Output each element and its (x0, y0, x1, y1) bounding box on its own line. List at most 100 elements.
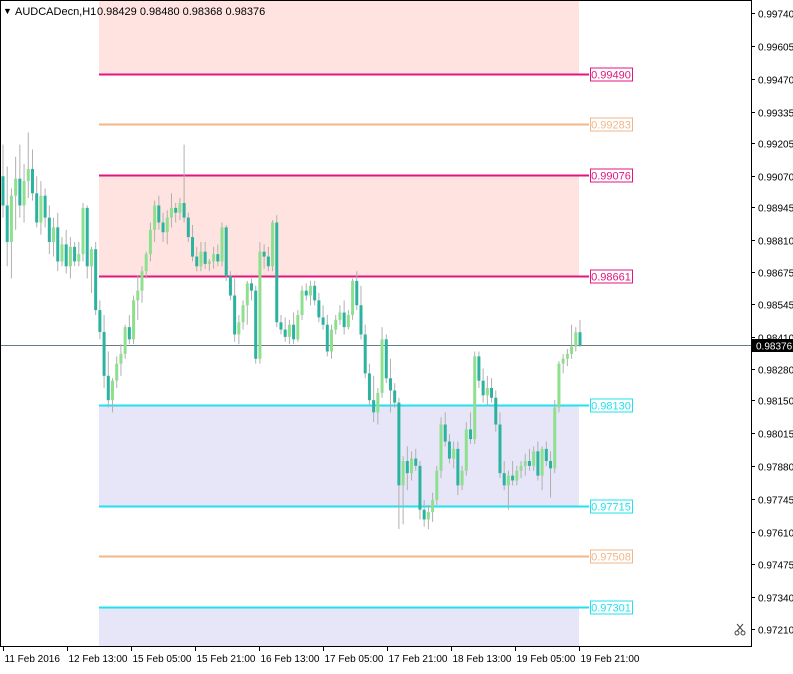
bull-candle-body (60, 244, 64, 262)
bull-candle-body (553, 407, 557, 469)
y-tick-label: 0.99070 (758, 173, 793, 184)
bear-candle-body (456, 448, 460, 486)
level-label: 0.97715 (591, 502, 631, 514)
bear-candle-body (102, 332, 106, 376)
bear-candle-body (18, 178, 22, 206)
bear-candle-body (359, 305, 363, 335)
bear-candle-body (30, 168, 34, 194)
bull-candle-body (308, 285, 312, 296)
bull-candle-body (532, 451, 536, 466)
x-tick-label: 17 Feb 05:00 (325, 654, 384, 665)
candle (123, 324, 127, 359)
bear-candle-body (418, 465, 422, 510)
bear-candle-body (47, 217, 51, 242)
bull-candle-body (14, 178, 18, 196)
bear-candle-body (195, 256, 199, 267)
candle (224, 224, 228, 281)
bear-candle-body (203, 251, 207, 264)
x-tick-label: 15 Feb 21:00 (197, 654, 256, 665)
price-chart[interactable]: 0.99490 0.99283 0.99076 0.98661 0.98130 0.977… (0, 0, 793, 669)
ohlc-values: 0.98429 0.98480 0.98368 0.98376 (97, 6, 265, 18)
bull-candle-body (334, 319, 338, 330)
bull-candle-body (199, 251, 203, 267)
level-label: 0.98130 (591, 401, 631, 413)
y-tick-label: 0.97610 (758, 529, 793, 540)
y-tick-label: 0.99740 (758, 10, 793, 21)
bear-candle-body (161, 222, 165, 233)
bear-candle-body (1, 176, 5, 206)
bear-candle-body (292, 324, 296, 340)
x-tick-label: 18 Feb 13:00 (453, 654, 512, 665)
bear-candle-body (355, 280, 359, 306)
dropdown-arrow-icon[interactable]: ▼ (3, 6, 12, 16)
demand-zone-upper (99, 405, 579, 507)
candle (435, 465, 439, 505)
bear-candle-body (106, 375, 110, 401)
bear-candle-body (372, 400, 376, 413)
y-tick-label: 0.98545 (758, 301, 793, 312)
bear-candle-body (544, 448, 548, 462)
bear-candle-body (397, 402, 401, 486)
candle (300, 285, 304, 320)
bear-candle-body (422, 509, 426, 520)
level-label: 0.99283 (591, 120, 631, 132)
bear-candle-body (73, 246, 77, 262)
bull-candle-body (523, 461, 527, 466)
bear-candle-body (35, 193, 39, 223)
bull-candle-body (212, 254, 216, 262)
bull-candle-body (557, 363, 561, 408)
level-label: 0.98661 (591, 272, 631, 284)
bear-candle-body (94, 249, 98, 311)
bull-candle-body (452, 448, 456, 459)
candle (384, 334, 388, 384)
bear-candle-body (447, 441, 451, 459)
bull-candle-body (565, 353, 569, 359)
level-label: 0.99076 (591, 171, 631, 183)
bull-candle-body (258, 251, 262, 359)
bear-candle-body (321, 317, 325, 325)
bull-candle-body (22, 181, 26, 206)
bull-candle-body (473, 356, 477, 440)
x-tick-label: 16 Feb 13:00 (261, 654, 320, 665)
candle (275, 215, 279, 328)
x-tick-label: 19 Feb 05:00 (517, 654, 576, 665)
bear-candle-body (216, 254, 220, 262)
bull-candle-body (506, 475, 510, 486)
bull-candle-body (115, 363, 119, 381)
bull-candle-body (401, 461, 405, 486)
bull-candle-body (245, 283, 249, 306)
bull-candle-body (68, 246, 72, 267)
x-tick-label: 19 Feb 21:00 (581, 654, 640, 665)
bear-candle-body (325, 324, 329, 352)
bear-candle-body (191, 237, 195, 257)
bull-candle-body (561, 358, 565, 364)
bear-candle-body (477, 356, 481, 381)
bull-candle-body (237, 322, 241, 335)
bull-candle-body (296, 314, 300, 340)
y-tick-label: 0.99470 (758, 76, 793, 87)
y-tick-label: 0.98150 (758, 397, 793, 408)
bear-candle-body (468, 429, 472, 440)
bull-candle-body (9, 195, 13, 242)
chart-window: 0.99490 0.99283 0.99076 0.98661 0.98130 0.977… (0, 0, 793, 669)
bear-candle-body (228, 276, 232, 296)
bear-candle-body (283, 329, 287, 337)
bull-candle-body (330, 329, 334, 352)
candle (81, 203, 85, 262)
y-tick-label: 0.97210 (758, 626, 793, 637)
y-tick-label: 0.98945 (758, 204, 793, 215)
current-price-label: 0.98376 (756, 342, 793, 353)
bear-candle-body (262, 251, 266, 257)
bull-candle-body (111, 380, 115, 401)
bear-candle-body (5, 205, 9, 242)
bear-candle-body (393, 390, 397, 403)
x-tick-label: 12 Feb 13:00 (69, 654, 128, 665)
bull-candle-body (119, 353, 123, 364)
bull-candle-body (77, 254, 81, 262)
bull-candle-body (169, 207, 173, 218)
bear-candle-body (414, 458, 418, 466)
candle (553, 400, 557, 474)
bull-candle-body (351, 280, 355, 315)
bull-candle-body (300, 290, 304, 315)
bear-candle-body (157, 205, 161, 223)
